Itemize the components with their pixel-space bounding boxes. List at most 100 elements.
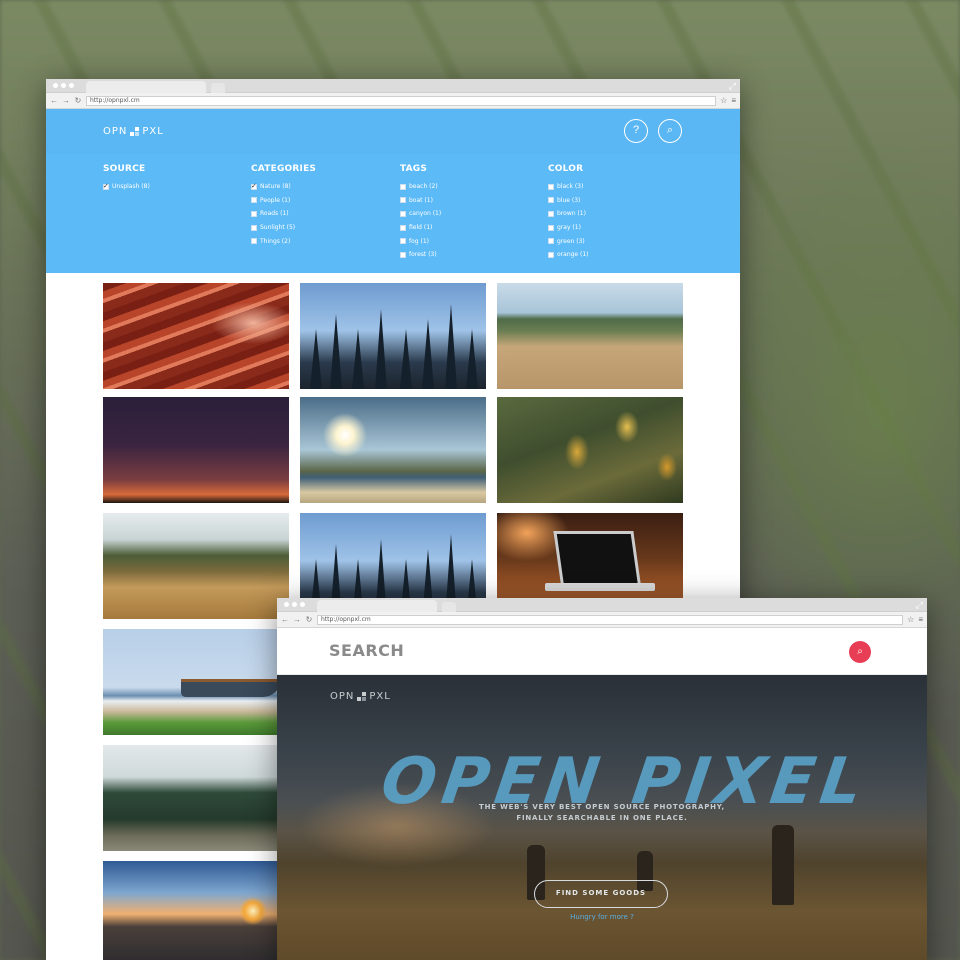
question-icon: ? xyxy=(632,124,640,136)
fullscreen-icon[interactable]: ⤢ xyxy=(916,600,923,610)
filter-option-tags[interactable]: field (1) xyxy=(400,221,441,235)
search-browser-window: ⤢ ← → ↻ http://opnpxl.cm ☆ ≡ SEARCH ⌕ OP… xyxy=(277,598,927,960)
hero-logo[interactable]: OPN PXL xyxy=(330,691,391,702)
menu-icon[interactable]: ≡ xyxy=(918,615,923,625)
reload-icon[interactable]: ↻ xyxy=(74,96,82,106)
filter-option-source[interactable]: Unsplash (8) xyxy=(103,180,150,194)
search-button[interactable]: ⌕ xyxy=(849,641,871,663)
fullscreen-icon[interactable]: ⤢ xyxy=(729,81,736,91)
window-controls[interactable] xyxy=(53,83,74,88)
photo-leaves[interactable] xyxy=(497,397,683,503)
checkbox[interactable] xyxy=(400,251,406,258)
filter-option-tags[interactable]: forest (3) xyxy=(400,248,441,262)
reload-icon[interactable]: ↻ xyxy=(305,615,313,625)
help-button[interactable]: ? xyxy=(624,119,648,143)
new-tab-button[interactable] xyxy=(211,83,225,93)
checkbox[interactable] xyxy=(548,197,554,204)
filter-option-categories[interactable]: Sunlight (5) xyxy=(251,221,316,235)
checkbox[interactable] xyxy=(400,224,406,231)
checkbox[interactable] xyxy=(400,210,406,217)
bookmark-star-icon[interactable]: ☆ xyxy=(907,615,914,625)
filter-option-tags[interactable]: canyon (1) xyxy=(400,207,441,221)
filter-group-color: COLOR black (3) blue (3) brown (1) gray (1)… xyxy=(548,164,589,262)
photo-field[interactable] xyxy=(497,283,683,389)
filter-option-label: gray (1) xyxy=(557,224,581,232)
filter-option-tags[interactable]: boat (1) xyxy=(400,194,441,208)
logo-text-part: PXL xyxy=(142,126,164,137)
logo-text-part: OPN xyxy=(330,691,355,702)
filter-option-label: blue (3) xyxy=(557,196,581,204)
search-button[interactable]: ⌕ xyxy=(658,119,682,143)
logo-pixel-icon xyxy=(130,127,140,136)
photo-canyon[interactable] xyxy=(103,283,289,389)
checkbox[interactable] xyxy=(251,197,257,204)
filter-option-label: beach (2) xyxy=(409,183,438,191)
bookmark-star-icon[interactable]: ☆ xyxy=(720,96,727,106)
filter-heading: CATEGORIES xyxy=(251,164,317,174)
checkbox[interactable] xyxy=(251,224,257,231)
photo-night-sky[interactable] xyxy=(103,397,289,503)
filter-option-color[interactable]: orange (1) xyxy=(548,248,589,262)
photo-forest[interactable] xyxy=(300,283,486,389)
logo-text-part: PXL xyxy=(369,691,391,702)
browser-tab[interactable] xyxy=(317,600,437,612)
checkbox[interactable] xyxy=(548,210,554,217)
checkbox[interactable] xyxy=(548,251,554,258)
filter-option-label: field (1) xyxy=(409,224,433,232)
checkbox[interactable] xyxy=(400,197,406,204)
filter-group-tags: TAGS beach (2) boat (1) canyon (1) field (1… xyxy=(400,164,441,262)
back-arrow-icon[interactable]: ← xyxy=(50,96,58,106)
checkbox[interactable] xyxy=(251,238,257,245)
search-title[interactable]: SEARCH xyxy=(329,641,404,660)
filter-option-color[interactable]: blue (3) xyxy=(548,194,589,208)
filter-option-label: canyon (1) xyxy=(409,210,442,218)
url-field[interactable]: http://opnpxl.cm xyxy=(317,614,904,625)
filter-option-categories[interactable]: Things (2) xyxy=(251,234,316,248)
checkbox[interactable] xyxy=(103,182,109,190)
checkbox[interactable] xyxy=(548,238,554,245)
filter-option-categories[interactable]: People (1) xyxy=(251,194,316,208)
filter-option-categories[interactable]: Nature (8) xyxy=(251,180,316,194)
new-tab-button[interactable] xyxy=(442,602,456,612)
checkbox[interactable] xyxy=(400,183,406,190)
filter-option-color[interactable]: brown (1) xyxy=(548,207,589,221)
menu-icon[interactable]: ≡ xyxy=(731,96,736,106)
logo-pixel-icon xyxy=(357,692,367,701)
hungry-for-more-link[interactable]: Hungry for more ? xyxy=(277,913,927,921)
site-logo[interactable]: OPN PXL xyxy=(103,126,164,137)
filter-option-label: brown (1) xyxy=(557,210,586,218)
browser-tab[interactable] xyxy=(86,81,206,93)
checkbox[interactable] xyxy=(548,224,554,231)
filter-heading: SOURCE xyxy=(103,164,146,174)
filter-option-label: Unsplash (8) xyxy=(112,183,150,191)
address-bar-row: ← → ↻ http://opnpxl.cm ☆ ≡ xyxy=(46,93,740,109)
hero-subtitle-line2: FINALLY SEARCHABLE IN ONE PLACE. xyxy=(516,814,688,822)
photo-forest-road[interactable] xyxy=(103,745,289,851)
photo-boat[interactable] xyxy=(103,629,289,735)
checkbox[interactable] xyxy=(400,238,406,245)
filter-option-tags[interactable]: fog (1) xyxy=(400,234,441,248)
site-header: OPN PXL ? ⌕ xyxy=(46,109,740,154)
photo-sunset-road[interactable] xyxy=(103,861,289,960)
forward-arrow-icon[interactable]: → xyxy=(62,96,70,106)
photo-beach-sun[interactable] xyxy=(300,397,486,503)
window-controls[interactable] xyxy=(284,602,305,607)
checkbox[interactable] xyxy=(251,182,257,190)
checkbox[interactable] xyxy=(251,210,257,217)
checkbox[interactable] xyxy=(548,183,554,190)
address-bar-row: ← → ↻ http://opnpxl.cm ☆ ≡ xyxy=(277,612,927,628)
filter-group-source: SOURCE Unsplash (8) xyxy=(103,164,150,194)
forward-arrow-icon[interactable]: → xyxy=(293,615,301,625)
filter-option-categories[interactable]: Roads (1) xyxy=(251,207,316,221)
photo-grass[interactable] xyxy=(103,513,289,619)
filter-option-color[interactable]: green (3) xyxy=(548,234,589,248)
url-field[interactable]: http://opnpxl.cm xyxy=(86,95,717,106)
filter-option-color[interactable]: black (3) xyxy=(548,180,589,194)
hero-section: OPN PXL OPEN PIXEL THE WEB'S VERY BEST O… xyxy=(277,675,927,960)
filter-option-tags[interactable]: beach (2) xyxy=(400,180,441,194)
filter-option-color[interactable]: gray (1) xyxy=(548,221,589,235)
search-icon: ⌕ xyxy=(666,124,674,136)
filter-option-label: green (3) xyxy=(557,237,585,245)
find-goods-button[interactable]: FIND SOME GOODS xyxy=(534,880,668,908)
back-arrow-icon[interactable]: ← xyxy=(281,615,289,625)
